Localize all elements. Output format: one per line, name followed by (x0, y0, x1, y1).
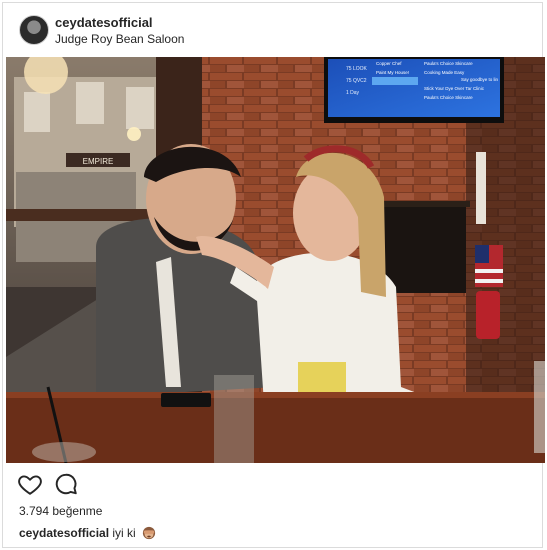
post-location[interactable]: Judge Roy Bean Saloon (55, 32, 184, 46)
tv-listing: Cooking Made Easy (424, 70, 465, 75)
fireplace (378, 205, 466, 293)
heart-icon[interactable] (17, 471, 43, 497)
tv-listing: Copper Chef (376, 61, 402, 66)
post-photo[interactable]: EMPIRE 75 LOOK 75 QVC2 1 Day Copper Chef… (6, 57, 545, 463)
fire-extinguisher (476, 291, 500, 339)
likes-count[interactable]: 3.794 beğenme (19, 504, 102, 518)
tv-listing: Paula's Choice Skincare (424, 95, 473, 100)
likes-number: 3.794 (19, 504, 50, 518)
comment-bubble-icon[interactable] (53, 471, 79, 497)
tv-channel: 1 Day (346, 90, 360, 96)
tv-listing: Paula's Choice Skincare (424, 61, 473, 66)
caption-username[interactable]: ceydatesofficial (19, 526, 109, 540)
tv-channel: 75 LOOK (346, 66, 368, 72)
tv-listing: Paint My House! (376, 70, 409, 75)
instagram-post: ceydatesofficial Judge Roy Bean Saloon E… (2, 2, 545, 548)
phone (161, 393, 211, 407)
post-caption: ceydatesofficial iyi ki (19, 526, 156, 540)
post-photo-illustration: EMPIRE 75 LOOK 75 QVC2 1 Day Copper Chef… (6, 57, 545, 463)
caption-text: iyi ki (112, 526, 136, 540)
tv-listing: Say goodbye to lin (461, 77, 499, 82)
store-sign-text: EMPIRE (83, 157, 114, 166)
glass (214, 375, 254, 463)
avatar[interactable] (19, 15, 49, 45)
tv-listing: Stick Your Dye Over Tar Clinic (424, 86, 485, 91)
tv-channel: 75 QVC2 (346, 78, 367, 84)
post-header: ceydatesofficial Judge Roy Bean Saloon (3, 3, 542, 57)
likes-label: beğenme (52, 504, 103, 518)
post-username[interactable]: ceydatesofficial (55, 15, 153, 30)
see-no-evil-monkey-icon (142, 526, 156, 540)
